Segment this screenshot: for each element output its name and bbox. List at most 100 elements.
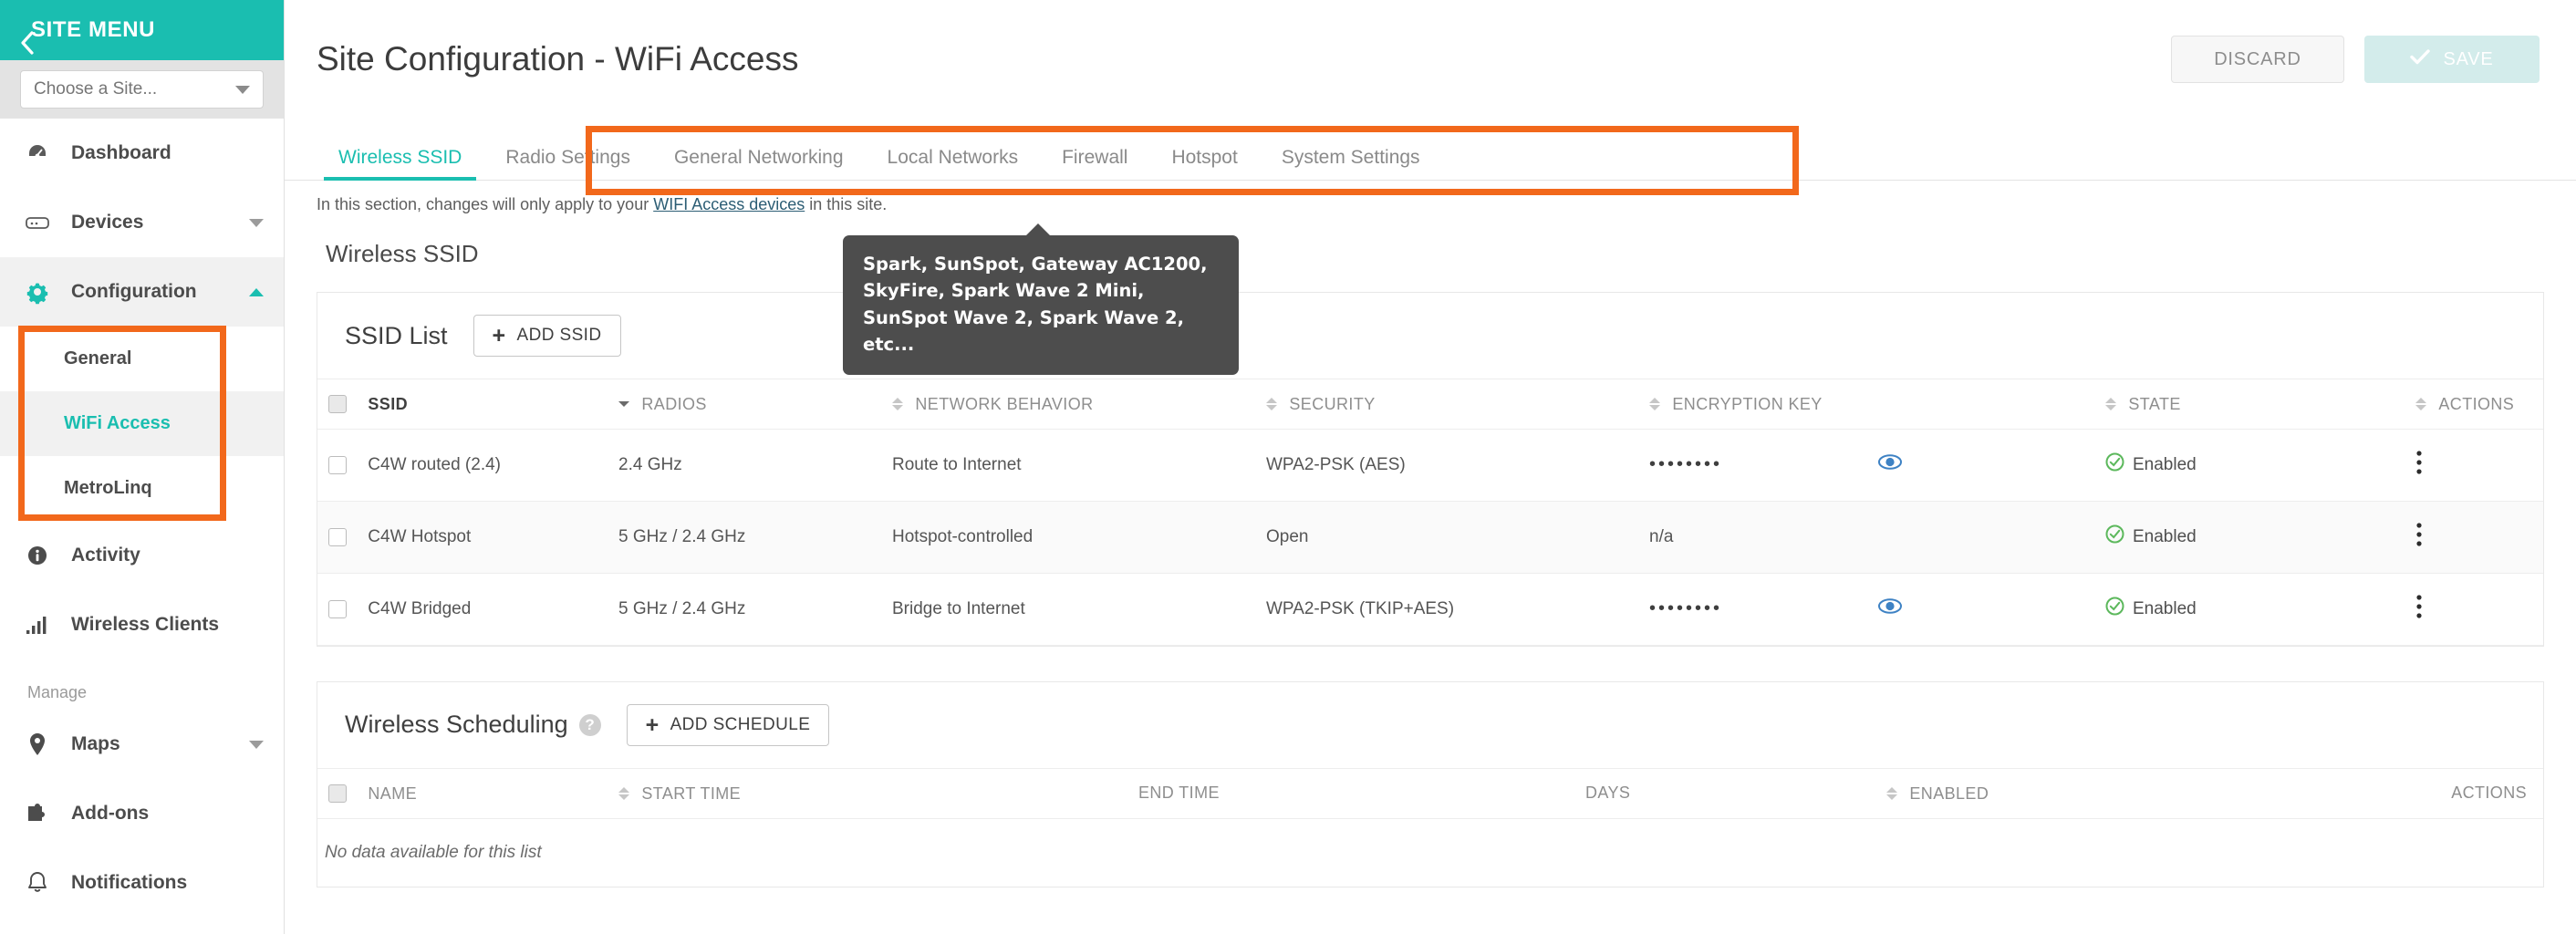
check-circle-icon (2105, 597, 2124, 621)
schedule-col-enabled[interactable]: ENABLED (1886, 768, 2324, 818)
main-content: Site Configuration - WiFi Access DISCARD… (285, 0, 2576, 934)
ssid-behavior: Bridge to Internet (892, 573, 1266, 645)
ssid-list-title: SSID List (345, 322, 448, 350)
wireless-scheduling-card: Wireless Scheduling ? + ADD SCHEDULE (317, 681, 2544, 887)
sidebar-item-wifi-access[interactable]: WiFi Access (0, 391, 284, 456)
ssid-col-network-behavior[interactable]: NETWORK BEHAVIOR (892, 379, 1266, 430)
sidebar-item-devices[interactable]: Devices (0, 188, 284, 257)
wifi-access-devices-tooltip: Spark, SunSpot, Gateway AC1200, SkyFire,… (843, 235, 1239, 375)
save-button[interactable]: SAVE (2364, 36, 2540, 83)
sidebar-item-metrolinq[interactable]: MetroLinq (0, 456, 284, 521)
encryption-key-masked: •••••••• (1649, 454, 1722, 474)
add-schedule-button[interactable]: + ADD SCHEDULE (627, 704, 830, 746)
sidebar-item-dashboard[interactable]: Dashboard (0, 119, 284, 188)
sidebar-item-label: Dashboard (71, 142, 264, 164)
schedule-col-name[interactable]: NAME (317, 768, 618, 818)
ssid-col-state[interactable]: STATE (2105, 379, 2415, 430)
tab-general-networking[interactable]: General Networking (652, 148, 866, 180)
site-select[interactable]: Choose a Site... (20, 70, 264, 109)
ssid-col-ssid-label: SSID (368, 395, 408, 413)
add-ssid-button[interactable]: + ADD SSID (473, 315, 621, 357)
ssid-radios: 5 GHz / 2.4 GHz (618, 573, 892, 645)
sidebar-nav: Dashboard Devices Configuration General (0, 119, 284, 934)
schedule-table-body: No data available for this list (317, 818, 2543, 887)
ssid-list-card: SSID List + ADD SSID (317, 292, 2544, 647)
ssid-col-ssid[interactable]: SSID (317, 379, 618, 430)
sidebar-item-general[interactable]: General (0, 327, 284, 391)
schedule-col-actions[interactable]: ACTIONS (2324, 768, 2543, 818)
info-circle-icon (24, 544, 51, 567)
row-checkbox[interactable] (328, 456, 347, 474)
ssid-behavior: Hotspot-controlled (892, 501, 1266, 573)
kebab-menu-icon[interactable] (2415, 524, 2423, 553)
wifi-access-devices-link[interactable]: WIFI Access devices (653, 195, 805, 213)
ssid-col-security[interactable]: SECURITY (1266, 379, 1649, 430)
tab-local-networks[interactable]: Local Networks (866, 148, 1041, 180)
ssid-actions-cell (2415, 429, 2543, 501)
schedule-table-head: NAME START TIME END TIME DAYS (317, 768, 2543, 818)
ssid-name: C4W Hotspot (368, 527, 471, 546)
eye-icon[interactable] (1878, 599, 1902, 618)
row-checkbox[interactable] (328, 528, 347, 546)
sort-both-icon (2105, 398, 2116, 410)
ssid-security: WPA2-PSK (AES) (1266, 429, 1649, 501)
sidebar-subitem-label: General (64, 348, 131, 369)
site-picker-container: Choose a Site... (0, 60, 284, 119)
chevron-down-icon[interactable] (249, 219, 264, 227)
schedule-col-days[interactable]: DAYS (1585, 768, 1886, 818)
sort-both-icon (1266, 398, 1277, 410)
select-all-checkbox[interactable] (328, 784, 347, 803)
schedule-table-header-row: NAME START TIME END TIME DAYS (317, 768, 2543, 818)
chevron-down-icon[interactable] (249, 741, 264, 749)
gear-icon (24, 279, 51, 305)
sidebar-item-activity[interactable]: Activity (0, 521, 284, 590)
ssid-state-cell: Enabled (2105, 573, 2415, 645)
plus-icon: + (646, 716, 660, 734)
ssid-col-encryption-key[interactable]: ENCRYPTION KEY (1649, 379, 2105, 430)
tab-wireless-ssid[interactable]: Wireless SSID (317, 148, 483, 180)
content-area: Wireless SSID SSID List + ADD SSID (285, 214, 2576, 887)
site-menu-header[interactable]: SITE MENU (0, 0, 284, 60)
schedule-col-start-time[interactable]: START TIME (618, 768, 1138, 818)
schedule-col-end-time[interactable]: END TIME (1138, 768, 1585, 818)
kebab-menu-icon[interactable] (2415, 452, 2423, 481)
header-actions: DISCARD SAVE (2171, 36, 2540, 83)
ssid-table: SSID RADIOS NETWORK BEHAVIOR (317, 379, 2543, 646)
sidebar-item-addons[interactable]: Add-ons (0, 779, 284, 848)
section-heading-wireless-ssid: Wireless SSID (317, 214, 2544, 292)
sidebar-item-label: Maps (71, 733, 229, 755)
tab-hotspot[interactable]: Hotspot (1149, 148, 1259, 180)
eye-icon[interactable] (1878, 455, 1902, 474)
schedule-table: NAME START TIME END TIME DAYS (317, 768, 2543, 887)
sort-desc-icon (618, 401, 629, 407)
sidebar-item-configuration[interactable]: Configuration (0, 257, 284, 327)
note-prefix: In this section, changes will only apply… (317, 195, 653, 213)
tab-system-settings[interactable]: System Settings (1260, 148, 1442, 180)
discard-button[interactable]: DISCARD (2171, 36, 2344, 83)
table-row[interactable]: C4W routed (2.4) 2.4 GHz Route to Intern… (317, 429, 2543, 501)
ssid-behavior: Route to Internet (892, 429, 1266, 501)
schedule-col-days-label: DAYS (1585, 784, 1630, 802)
table-row[interactable]: C4W Hotspot 5 GHz / 2.4 GHz Hotspot-cont… (317, 501, 2543, 573)
table-row[interactable]: C4W Bridged 5 GHz / 2.4 GHz Bridge to In… (317, 573, 2543, 645)
schedule-col-start-time-label: START TIME (641, 784, 741, 803)
chevron-up-icon[interactable] (249, 288, 264, 296)
sidebar-subitem-label: MetroLinq (64, 478, 152, 499)
sidebar-item-wireless-clients[interactable]: Wireless Clients (0, 590, 284, 659)
check-circle-icon (2105, 524, 2124, 549)
kebab-menu-icon[interactable] (2415, 597, 2423, 625)
ssid-col-actions[interactable]: ACTIONS (2415, 379, 2543, 430)
configuration-subnav: General WiFi Access MetroLinq (0, 327, 284, 521)
ssid-col-radios[interactable]: RADIOS (618, 379, 892, 430)
question-circle-icon[interactable]: ? (579, 714, 601, 736)
row-checkbox[interactable] (328, 600, 347, 618)
sidebar-item-maps[interactable]: Maps (0, 710, 284, 779)
sidebar-item-notifications[interactable]: Notifications (0, 848, 284, 918)
ssid-state-cell: Enabled (2105, 501, 2415, 573)
ssid-encryption-key-cell: •••••••• (1649, 429, 2105, 501)
select-all-checkbox[interactable] (328, 395, 347, 413)
tab-firewall[interactable]: Firewall (1040, 148, 1149, 180)
tab-radio-settings[interactable]: Radio Settings (483, 148, 652, 180)
ssid-card-header: SSID List + ADD SSID (317, 293, 2543, 379)
schedule-col-actions-label: ACTIONS (2451, 784, 2527, 802)
